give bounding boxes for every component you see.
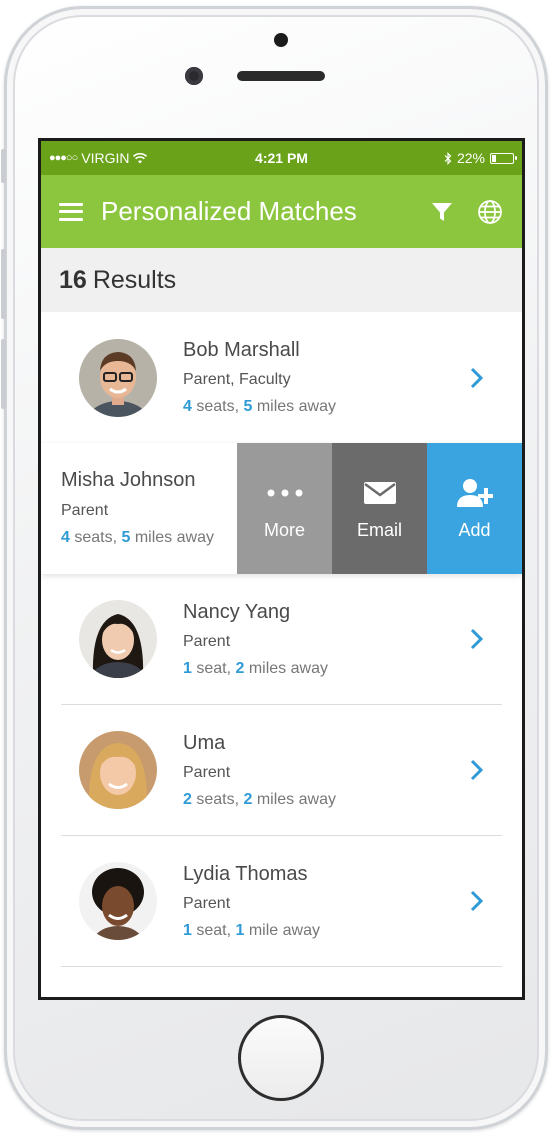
menu-icon[interactable] [59,202,83,221]
battery-percent: 22% [456,150,485,166]
avatar [79,862,157,940]
front-camera [185,67,203,85]
match-info: Nancy Yang Parent 1 seat, 2 miles away [183,601,464,678]
volume-up-button [1,249,6,319]
results-label: Results [92,265,177,294]
match-role: Parent [183,894,231,912]
match-name: Misha Johnson [61,469,196,491]
proximity-sensor [274,33,288,47]
mile-label: miles away [130,529,214,546]
match-role: Parent, Faculty [183,371,291,388]
results-count: 16 [59,265,87,294]
match-distance: 4 seats, 5 miles away [183,398,464,416]
match-name: Uma [183,731,226,754]
wifi-icon [133,152,148,163]
more-icon [265,476,305,510]
match-name: Bob Marshall [183,339,300,361]
match-distance: 1 seat, 1 mile away [183,922,464,940]
battery-level [492,154,497,162]
match-list-item[interactable]: Bob Marshall Parent, Faculty 4 seats, 5 … [61,312,502,443]
add-button[interactable]: Add [427,443,522,574]
match-list-item[interactable]: Uma Parent 2 seats, 2 miles away [61,705,502,836]
match-role: Parent [183,632,231,650]
match-name: Lydia Thomas [183,862,308,885]
seat-count: 4 [61,529,70,546]
email-label: Email [356,520,402,540]
app-bar: Personalized Matches [41,175,522,248]
match-name: Nancy Yang [183,600,291,623]
bluetooth-icon [444,151,452,165]
battery-info: 22% [444,150,517,166]
mute-switch [1,149,6,183]
seat-label: seat, [191,921,236,939]
add-user-icon [456,476,493,510]
globe-icon[interactable] [476,198,504,226]
seat-count: 4 [183,398,192,415]
mile-label: mile away [244,921,320,939]
carrier-name: VIRGIN [81,150,130,166]
seat-label: seats, [191,398,244,415]
mile-label: miles away [252,790,336,808]
chevron-right-icon[interactable] [464,627,488,651]
filter-icon[interactable] [428,198,456,226]
match-info: Misha Johnson Parent 4 seats, 5 miles aw… [41,443,237,574]
page-title: Personalized Matches [101,196,357,226]
screen: ●●●○○ VIRGIN 4:21 PM 22% Personalized Ma… [38,138,525,1000]
seat-label: seats, [191,790,244,808]
avatar [79,600,157,678]
mile-label: miles away [252,398,336,415]
match-info: Bob Marshall Parent, Faculty 4 seats, 5 … [183,339,464,416]
app-display: ●●●○○ VIRGIN 4:21 PM 22% Personalized Ma… [41,141,522,997]
swiped-match-row[interactable]: Misha Johnson Parent 4 seats, 5 miles aw… [41,443,522,574]
match-list-item[interactable]: Nancy Yang Parent 1 seat, 2 miles away [61,574,502,705]
home-button[interactable] [238,1015,324,1101]
avatar [79,731,157,809]
seat-count: 2 [183,790,192,808]
match-role: Parent [61,502,109,519]
carrier-info: ●●●○○ VIRGIN [49,150,148,166]
match-distance: 1 seat, 2 miles away [183,660,464,678]
match-info: Uma Parent 2 seats, 2 miles away [183,732,464,809]
status-bar: ●●●○○ VIRGIN 4:21 PM 22% [41,141,522,175]
match-list-item[interactable]: Lydia Thomas Parent 1 seat, 1 mile away [61,836,502,967]
email-button[interactable]: Email [332,443,427,574]
chevron-right-icon[interactable] [464,758,488,782]
match-info: Lydia Thomas Parent 1 seat, 1 mile away [183,863,464,940]
battery-icon [490,152,517,164]
mile-label: miles away [244,659,328,677]
chevron-right-icon[interactable] [464,366,488,390]
match-role: Parent [183,763,231,781]
chevron-right-icon[interactable] [464,889,488,913]
earpiece-speaker [237,71,325,81]
seat-label: seat, [191,659,236,677]
seat-count: 1 [183,921,192,939]
more-label: More [263,520,305,540]
seat-label: seats, [69,529,122,546]
match-distance: 4 seats, 5 miles away [61,529,237,547]
signal-strength-icon: ●●●○○ [49,152,78,164]
volume-down-button [1,339,6,409]
add-label: Add [458,520,491,540]
avatar [79,338,157,417]
match-distance: 2 seats, 2 miles away [183,791,464,809]
results-count-bar: 16 Results [41,248,522,312]
more-button[interactable]: More [237,443,332,574]
envelope-icon [363,476,397,510]
seat-count: 1 [183,659,192,677]
